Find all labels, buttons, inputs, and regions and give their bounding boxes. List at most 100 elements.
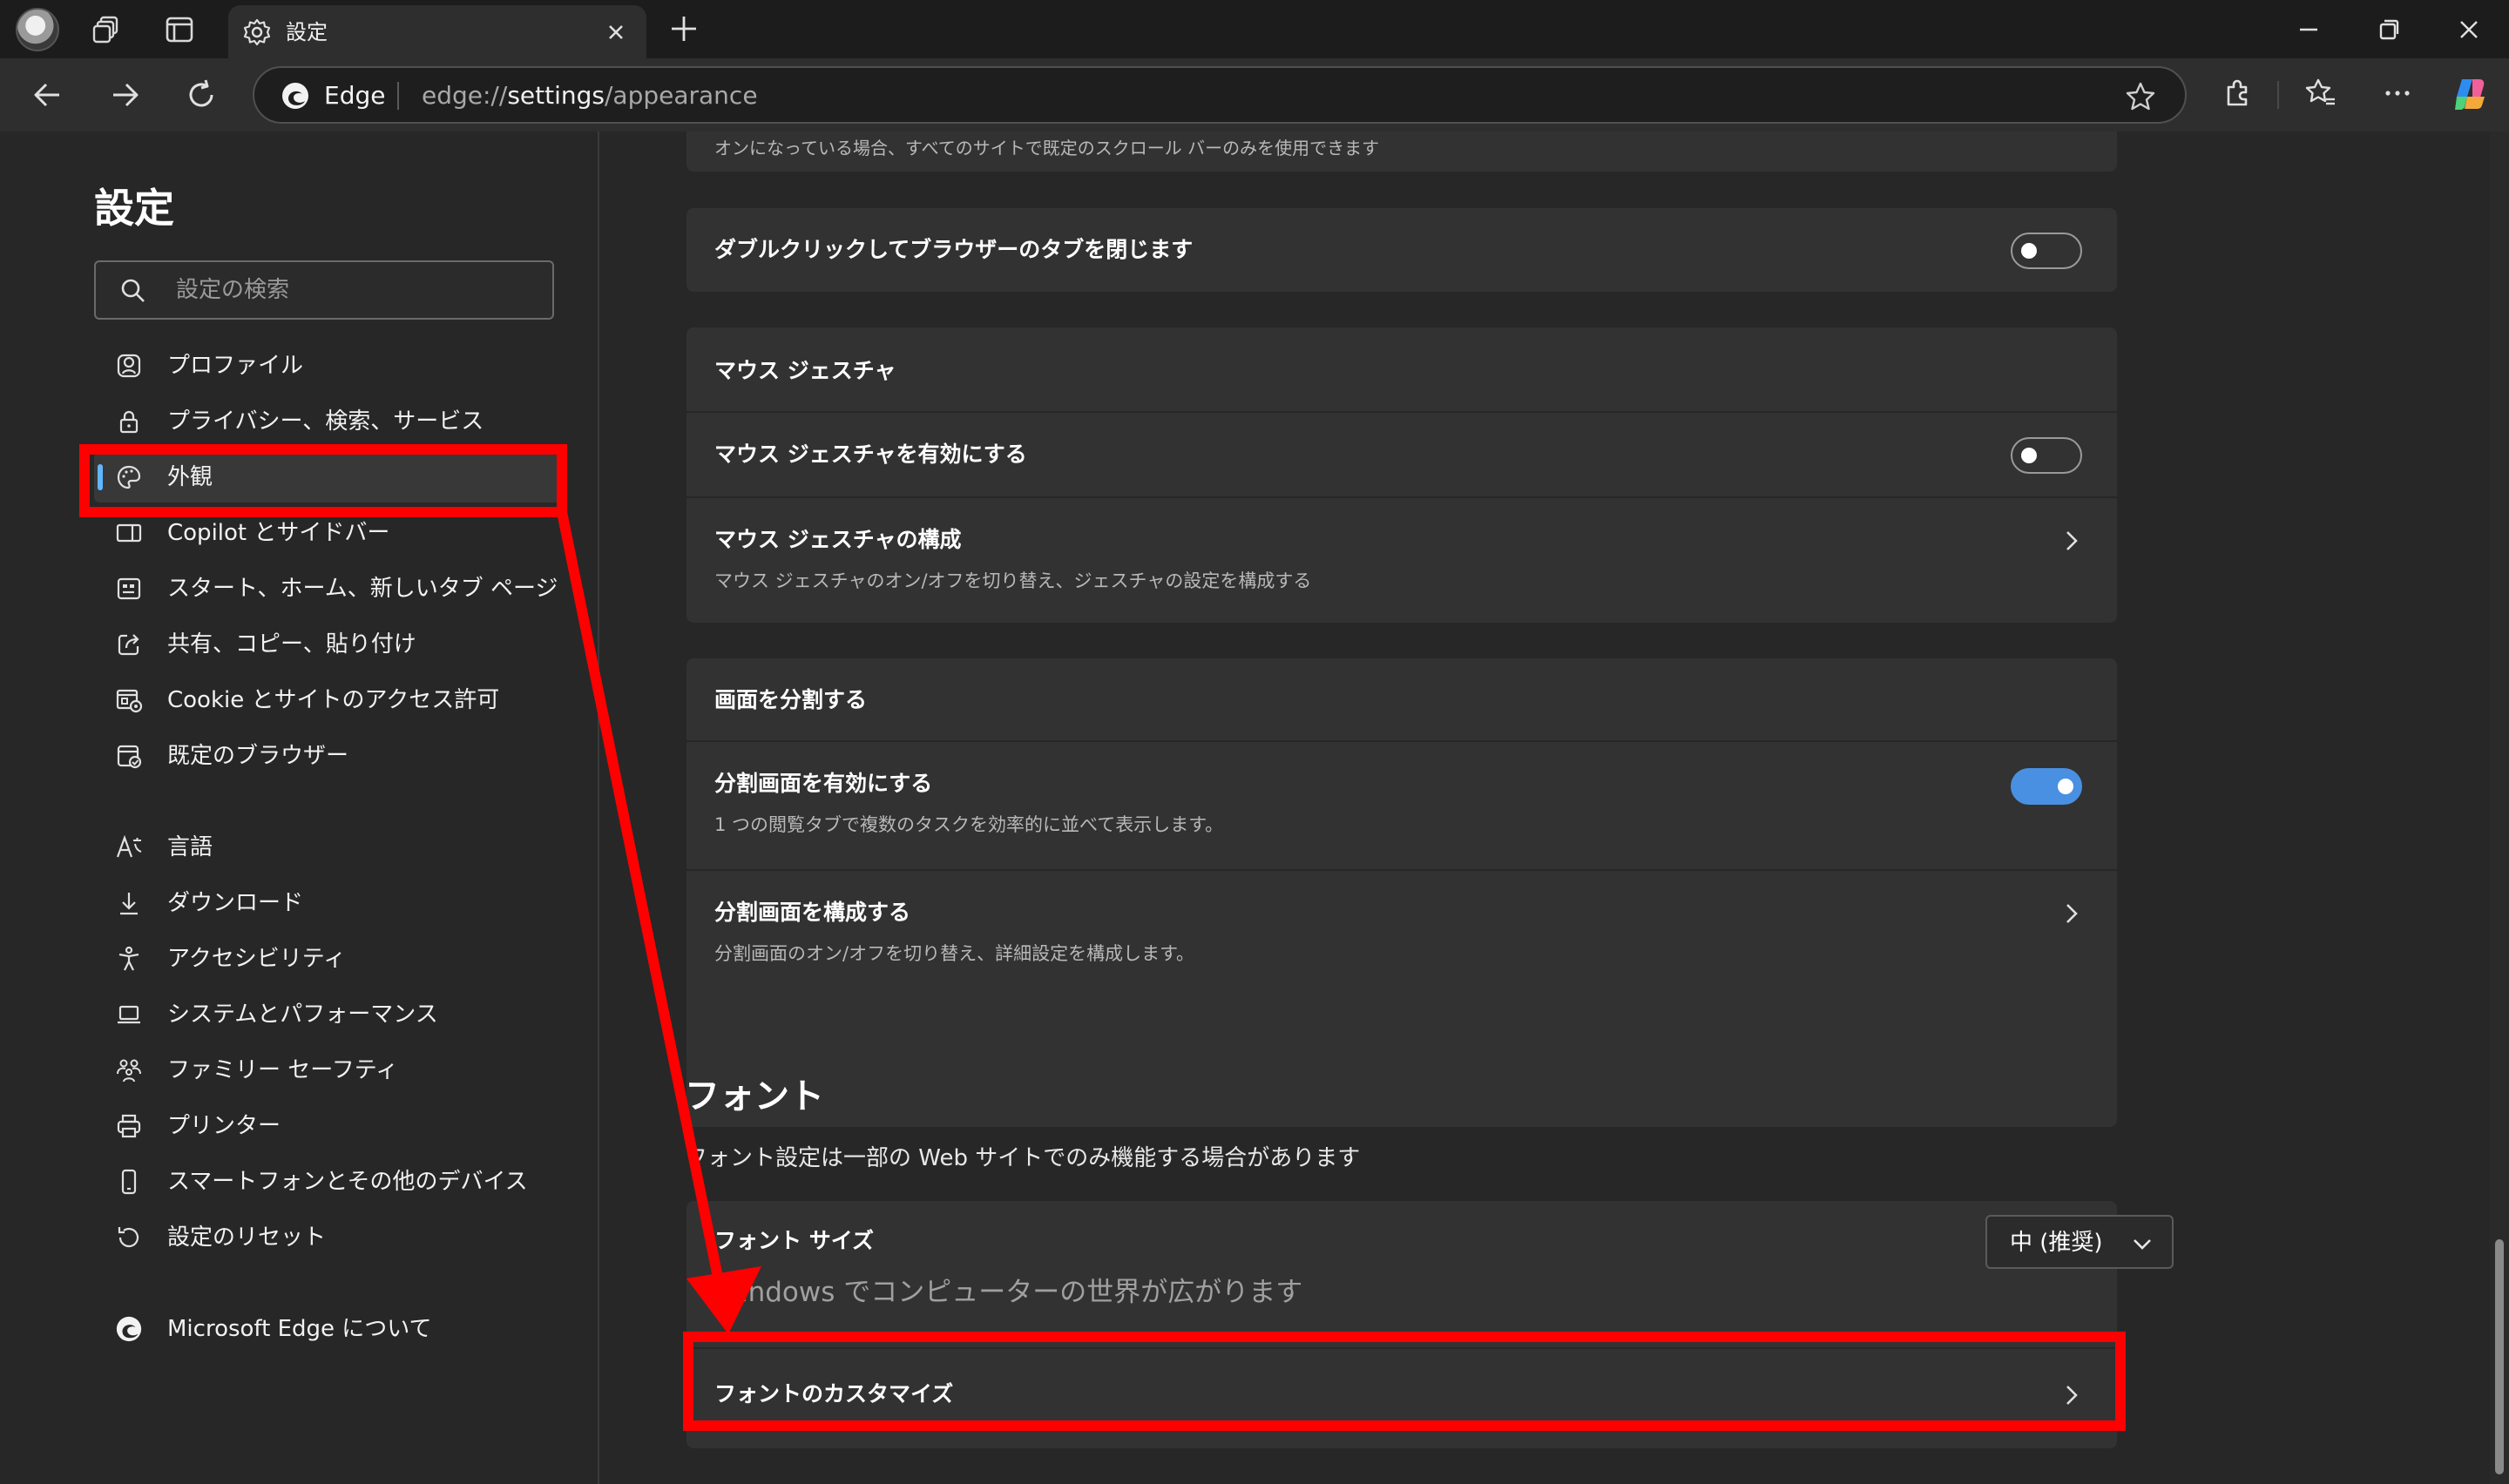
double-click-close-title: ダブルクリックしてブラウザーのタブを閉じます bbox=[714, 237, 1194, 262]
tab-settings[interactable]: 設定 bbox=[228, 5, 646, 58]
sidebar-item-label: ファミリー セーフティ bbox=[167, 1057, 399, 1083]
address-bar[interactable]: Edge edge://settings/appearance bbox=[253, 66, 2187, 124]
back-icon[interactable] bbox=[30, 77, 66, 113]
sidebar-item-label: 外観 bbox=[167, 464, 213, 490]
favorites-icon[interactable] bbox=[2303, 76, 2338, 111]
laptop-icon bbox=[118, 1005, 140, 1024]
sidebar-item-share-copy-paste[interactable]: 共有、コピー、貼り付け bbox=[94, 619, 565, 670]
sidebar-item-family-safety[interactable]: ファミリー セーフティ bbox=[94, 1045, 565, 1096]
download-icon bbox=[120, 893, 138, 915]
toggle-knob bbox=[2058, 779, 2073, 794]
more-options-icon[interactable] bbox=[2380, 76, 2415, 111]
sidebar-item-system-performance[interactable]: システムとパフォーマンス bbox=[94, 989, 565, 1040]
sidebar-item-appearance[interactable]: 外観 bbox=[94, 452, 565, 503]
mouse-gesture-config-title: マウス ジェスチャの構成 bbox=[714, 527, 962, 552]
split-screen-config-desc: 分割画面のオン/オフを切り替え、詳細設定を構成します。 bbox=[714, 943, 1194, 964]
home-tab-icon bbox=[117, 577, 141, 600]
profile-avatar[interactable] bbox=[16, 8, 59, 51]
cookie-permissions-icon bbox=[116, 689, 143, 713]
sidebar-item-accessibility[interactable]: アクセシビリティ bbox=[94, 934, 565, 984]
language-icon bbox=[116, 834, 142, 858]
mouse-gesture-card: マウス ジェスチャ マウス ジェスチャを有効にする マウス ジェスチャの構成 マ… bbox=[686, 327, 2117, 623]
forward-icon[interactable] bbox=[106, 77, 143, 113]
fonts-heading: フォント bbox=[685, 1076, 824, 1116]
mouse-gesture-toggle[interactable] bbox=[2011, 437, 2082, 474]
scrollbar-setting-card: オンになっている場合、すべてのサイトで既定のスクロール バーのみを使用できます bbox=[686, 132, 2117, 172]
split-screen-toggle[interactable] bbox=[2011, 768, 2082, 805]
close-window-icon[interactable] bbox=[2452, 12, 2486, 47]
sidebar-item-label: Microsoft Edge について bbox=[167, 1316, 432, 1342]
sidebar-item-about-edge[interactable]: Microsoft Edge について bbox=[94, 1304, 565, 1354]
refresh-icon[interactable] bbox=[183, 77, 220, 113]
content-scrollbar[interactable] bbox=[2490, 132, 2509, 1484]
sidebar-item-profiles[interactable]: プロファイル bbox=[94, 341, 565, 391]
double-click-close-card: ダブルクリックしてブラウザーのタブを閉じます bbox=[686, 208, 2117, 292]
sidebar-item-label: Cookie とサイトのアクセス許可 bbox=[167, 687, 500, 713]
chevron-right-icon bbox=[2066, 904, 2078, 923]
add-favorite-star-icon[interactable] bbox=[2124, 80, 2157, 113]
workspaces-icon[interactable] bbox=[91, 14, 123, 45]
double-click-close-toggle[interactable] bbox=[2011, 233, 2082, 269]
tab-actions-icon[interactable] bbox=[164, 14, 195, 45]
extensions-icon[interactable] bbox=[2220, 76, 2255, 111]
sidebar-item-copilot-sidebar[interactable]: Copilot とサイドバー bbox=[94, 508, 565, 558]
customize-fonts-row[interactable]: フォントのカスタマイズ bbox=[686, 1349, 2117, 1440]
font-size-value: 中 (推奨) bbox=[2010, 1230, 2103, 1256]
font-size-dropdown[interactable]: 中 (推奨) bbox=[1985, 1215, 2174, 1269]
sidebar-item-label: プリンター bbox=[167, 1113, 281, 1139]
url-text: edge://settings/appearance bbox=[422, 81, 758, 110]
sidebar-item-label: システムとパフォーマンス bbox=[167, 1002, 438, 1028]
close-tab-icon[interactable] bbox=[603, 19, 629, 45]
page-title: 設定 bbox=[94, 185, 174, 232]
split-screen-card: 画面を分割する 分割画面を有効にする 1 つの閲覧タブで複数のタスクを効率的に並… bbox=[686, 658, 2117, 1127]
active-indicator bbox=[98, 464, 103, 490]
mouse-gesture-config-row[interactable]: マウス ジェスチャの構成 マウス ジェスチャのオン/オフを切り替え、ジェスチャの… bbox=[686, 498, 2117, 623]
sidebar-item-label: Copilot とサイドバー bbox=[167, 520, 390, 546]
mouse-gesture-config-desc: マウス ジェスチャのオン/オフを切り替え、ジェスチャの設定を構成する bbox=[714, 570, 1312, 591]
edge-logo-icon bbox=[282, 83, 308, 109]
new-tab-icon[interactable] bbox=[667, 12, 700, 45]
copilot-icon[interactable] bbox=[2450, 74, 2490, 114]
sidebar-item-languages[interactable]: 言語 bbox=[94, 822, 565, 873]
toggle-knob bbox=[2021, 243, 2037, 259]
edge-logo-icon bbox=[116, 1316, 142, 1342]
minimize-icon[interactable] bbox=[2291, 12, 2326, 47]
accessibility-icon bbox=[118, 946, 139, 971]
sidebar-item-default-browser[interactable]: 既定のブラウザー bbox=[94, 731, 565, 781]
split-screen-config-title: 分割画面を構成する bbox=[714, 900, 911, 925]
sidebar-item-printers[interactable]: プリンター bbox=[94, 1101, 565, 1151]
sidebar-item-privacy[interactable]: プライバシー、検索、サービス bbox=[94, 396, 565, 447]
gear-icon bbox=[243, 18, 271, 46]
chevron-right-icon bbox=[2066, 531, 2078, 550]
sidebar-item-phone-devices[interactable]: スマートフォンとその他のデバイス bbox=[94, 1157, 565, 1207]
mouse-gesture-enable-title: マウス ジェスチャを有効にする bbox=[714, 442, 1027, 467]
sidebar-item-cookies-permissions[interactable]: Cookie とサイトのアクセス許可 bbox=[94, 675, 565, 725]
restore-icon[interactable] bbox=[2371, 12, 2406, 47]
search-input[interactable] bbox=[174, 273, 540, 307]
browser-toolbar: Edge edge://settings/appearance bbox=[0, 58, 2509, 132]
sidebar-item-label: 言語 bbox=[167, 834, 213, 860]
sidebar-item-label: 共有、コピー、貼り付け bbox=[167, 631, 416, 658]
sidebar-item-label: 既定のブラウザー bbox=[167, 743, 349, 769]
phone-icon bbox=[121, 1169, 137, 1195]
sidebar-item-downloads[interactable]: ダウンロード bbox=[94, 878, 565, 928]
split-screen-config-row[interactable]: 分割画面を構成する 分割画面のオン/オフを切り替え、詳細設定を構成します。 bbox=[686, 871, 2117, 998]
scrollbar-thumb[interactable] bbox=[2495, 1239, 2504, 1474]
sidebar-item-label: ダウンロード bbox=[167, 890, 304, 916]
sidebar-item-reset[interactable]: 設定のリセット bbox=[94, 1212, 565, 1263]
settings-search[interactable] bbox=[94, 260, 554, 320]
split-screen-header: 画面を分割する bbox=[714, 687, 868, 712]
site-label: Edge bbox=[324, 81, 386, 110]
search-icon bbox=[121, 279, 145, 302]
chevron-right-icon bbox=[2066, 1386, 2078, 1405]
sidebar-item-start-home[interactable]: スタート、ホーム、新しいタブ ページ bbox=[94, 563, 565, 614]
scrollbar-setting-desc: オンになっている場合、すべてのサイトで既定のスクロール バーのみを使用できます bbox=[714, 138, 1380, 159]
toolbar-separator bbox=[2277, 81, 2279, 109]
sidebar-item-label: プロファイル bbox=[167, 353, 304, 379]
tab-title: 設定 bbox=[286, 20, 328, 44]
customize-fonts-title: フォントのカスタマイズ bbox=[714, 1381, 954, 1406]
fonts-card: フォント サイズ 中 (推奨) Windows でコンピューターの世界が広がりま… bbox=[686, 1201, 2174, 1448]
default-browser-icon bbox=[117, 745, 142, 769]
settings-sidebar: 設定 プロファイル プライバシー、検索、サービス 外観 Copilot とサイド… bbox=[0, 132, 598, 1484]
settings-content: オンになっている場合、すべてのサイトで既定のスクロール バーのみを使用できます … bbox=[599, 132, 2490, 1484]
